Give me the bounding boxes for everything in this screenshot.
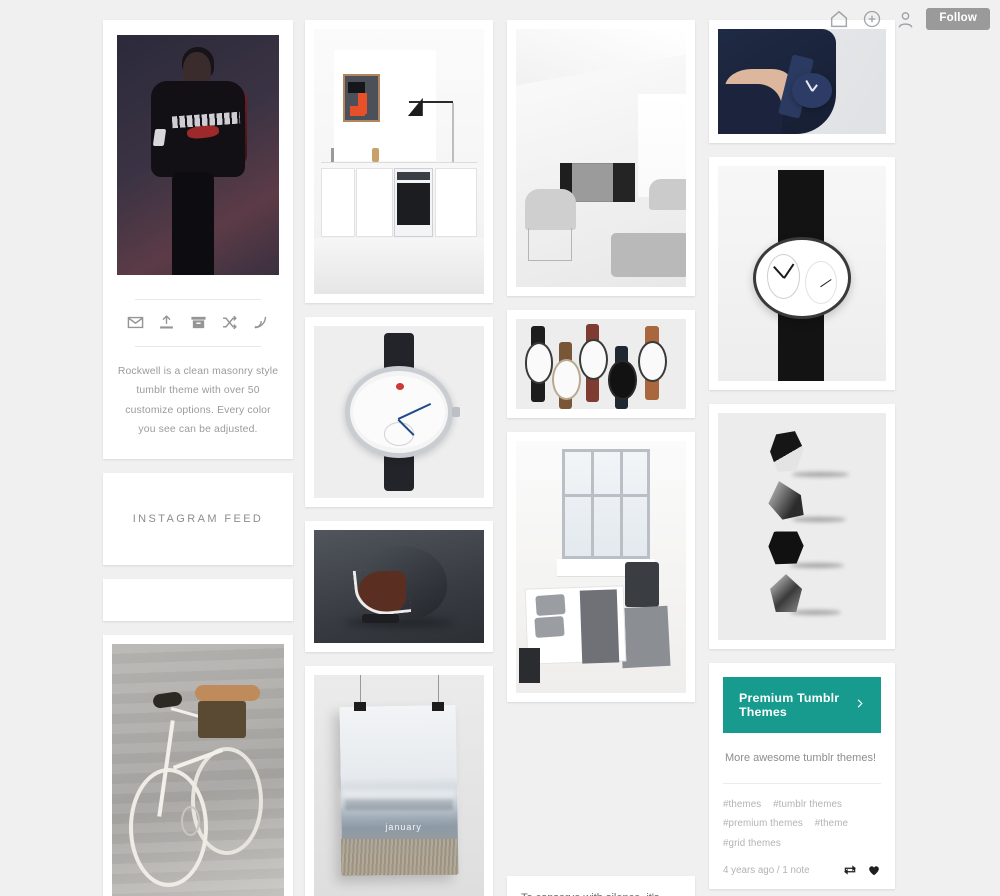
photo-watches-row <box>516 319 686 409</box>
photo-post-living-room[interactable] <box>507 20 695 296</box>
page-root: Follow Rockwell is a clean masonry style… <box>0 0 1000 896</box>
empty-widget <box>103 579 293 621</box>
photo-bedroom <box>516 441 686 693</box>
divider <box>135 346 261 347</box>
premium-themes-label: Premium Tumblr Themes <box>739 691 840 719</box>
tumblr-controls: Follow <box>827 7 990 31</box>
tag[interactable]: #theme <box>815 818 848 829</box>
email-icon[interactable] <box>127 314 144 331</box>
photo-nomos-watch <box>314 326 484 498</box>
premium-themes-button[interactable]: Premium Tumblr Themes <box>723 677 881 733</box>
poster-caption: january <box>385 821 422 832</box>
photo-bicycle <box>112 644 284 896</box>
divider <box>723 782 881 784</box>
photo-post-kitchen[interactable] <box>305 20 493 303</box>
photo-post-watches-row[interactable] <box>507 310 695 418</box>
tag[interactable]: #premium themes <box>723 818 803 829</box>
profile-bio: Rockwell is a clean masonry style tumblr… <box>117 366 279 435</box>
grid-column-2 <box>507 20 695 716</box>
photo-post-bedroom[interactable] <box>507 432 695 702</box>
photo-post-bicycle[interactable] <box>103 635 293 896</box>
bottom-post-text: To conserve with silence, it's hard doin… <box>521 890 681 896</box>
person-icon[interactable] <box>893 7 917 31</box>
photo-polyhedra <box>718 413 886 640</box>
shuffle-icon[interactable] <box>221 314 238 331</box>
instagram-feed-widget: INSTAGRAM FEED <box>103 473 293 565</box>
rss-icon[interactable] <box>252 314 269 331</box>
grid-column-1: january <box>305 20 493 896</box>
follow-button[interactable]: Follow <box>926 7 990 31</box>
tag[interactable]: #grid themes <box>723 838 781 849</box>
grid-column-3: Premium Tumblr Themes More awesome tumbl… <box>709 20 895 896</box>
photo-wrist-watch <box>718 29 886 134</box>
photo-post-helmet[interactable] <box>305 521 493 652</box>
photo-post-poster[interactable]: january <box>305 666 493 896</box>
home-icon[interactable] <box>827 7 851 31</box>
post-footer: 4 years ago / 1 note <box>723 863 881 879</box>
photo-helmet <box>314 530 484 643</box>
upload-icon[interactable] <box>158 314 175 331</box>
reblog-icon[interactable] <box>843 863 857 877</box>
heart-icon[interactable] <box>867 863 881 877</box>
photo-kitchen <box>314 29 484 294</box>
photo-post-polyhedra[interactable] <box>709 404 895 649</box>
tag[interactable]: #themes <box>723 799 761 810</box>
archive-icon[interactable] <box>190 314 207 331</box>
photo-post-wrist-watch[interactable] <box>709 20 895 143</box>
premium-themes-description: More awesome tumblr themes! <box>725 752 876 764</box>
instagram-feed-title: INSTAGRAM FEED <box>132 513 264 525</box>
profile-card: Rockwell is a clean masonry style tumblr… <box>103 20 293 459</box>
post-meta: 4 years ago / 1 note <box>723 864 810 876</box>
plus-circle-icon[interactable] <box>860 7 884 31</box>
post-actions <box>843 863 881 877</box>
post-tags: #themes #tumblr themes #premium themes #… <box>723 795 881 854</box>
photo-post-nomos-watch[interactable] <box>305 317 493 507</box>
text-post-bottom[interactable]: To conserve with silence, it's hard doin… <box>507 876 695 896</box>
premium-themes-post: Premium Tumblr Themes More awesome tumbl… <box>709 663 895 890</box>
photo-dual-watch <box>718 166 886 381</box>
chevron-right-icon <box>854 697 865 713</box>
photo-poster: january <box>314 675 484 896</box>
tag[interactable]: #tumblr themes <box>773 799 842 810</box>
photo-living-room <box>516 29 686 287</box>
sidebar-column: Rockwell is a clean masonry style tumblr… <box>103 20 293 896</box>
photo-post-dual-watch[interactable] <box>709 157 895 390</box>
social-links <box>117 300 279 331</box>
avatar <box>117 35 279 275</box>
